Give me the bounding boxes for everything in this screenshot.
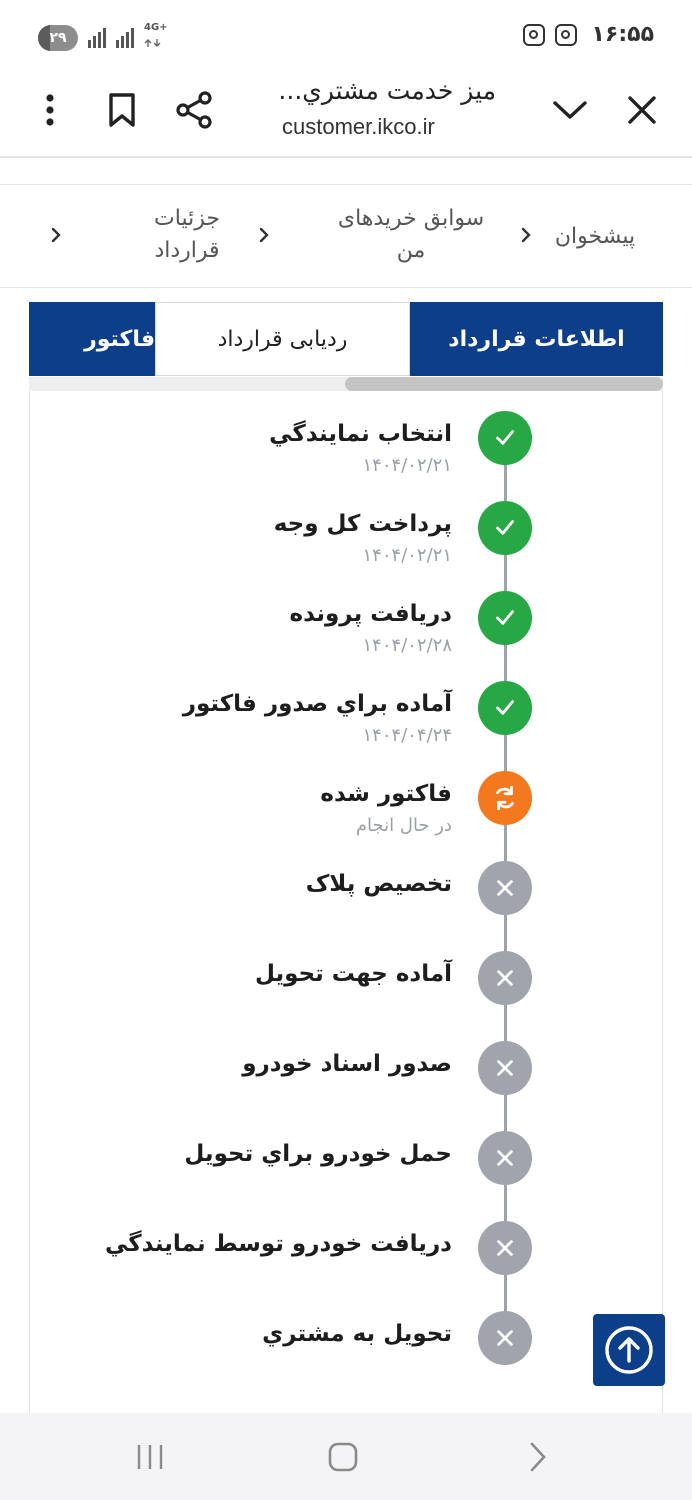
breadcrumb-label: من	[396, 238, 426, 263]
breadcrumb: پیشخوان سوابق خریدهای من جزئیات قرارداد	[0, 184, 692, 288]
battery-icon: ۲۹	[38, 24, 78, 51]
page-title: ميز خدمت مشتري...	[278, 76, 496, 105]
check-icon	[478, 591, 532, 645]
x-icon	[478, 1041, 532, 1095]
breadcrumb-item-purchase-history[interactable]: سوابق خریدهای من	[326, 203, 496, 267]
timeline-step: حمل خودرو براي تحويل	[30, 1111, 664, 1201]
check-icon	[478, 501, 532, 555]
back-icon[interactable]	[518, 1437, 558, 1477]
instagram-icon	[523, 23, 546, 46]
breadcrumb-label: قرارداد	[154, 238, 220, 263]
step-title: دريافت پرونده	[289, 601, 452, 627]
check-icon	[478, 681, 532, 735]
tabs-scrollbar[interactable]	[29, 377, 663, 391]
step-title: پرداخت کل وجه	[273, 511, 452, 537]
scroll-to-top-button[interactable]	[593, 1314, 665, 1386]
status-bar-left: ۲۹ 4G+	[38, 23, 168, 52]
step-title: آماده جهت تحويل	[254, 961, 452, 987]
step-title: صدور اسناد خودرو	[242, 1051, 452, 1077]
step-title: فاكتور شده	[320, 781, 452, 807]
breadcrumb-label: سوابق خریدهای	[337, 206, 485, 231]
recents-icon[interactable]	[130, 1437, 170, 1477]
clock: ۱۶:۵۵	[591, 22, 654, 47]
more-vertical-icon[interactable]	[22, 82, 78, 138]
tracking-panel: انتخاب نمايندگي ۱۴۰۴/۰۲/۲۱ پرداخت کل وجه ۱۴…	[29, 391, 663, 1421]
x-icon	[478, 1311, 532, 1365]
step-date: ۱۴۰۴/۰۲/۲۸	[362, 635, 452, 656]
timeline-step: دريافت خودرو توسط نمايندگي	[30, 1201, 664, 1291]
network-type: 4G+	[144, 23, 168, 52]
arrow-up-circle-icon	[605, 1326, 653, 1374]
data-arrows-icon	[144, 39, 161, 47]
system-nav-bar	[0, 1413, 692, 1500]
timeline-step: تخصيص پلاک	[30, 841, 664, 931]
step-title: حمل خودرو براي تحويل	[184, 1141, 452, 1167]
signal-icon	[116, 27, 134, 48]
step-title: دريافت خودرو توسط نمايندگي	[104, 1231, 452, 1257]
chevron-left-icon	[516, 221, 536, 249]
timeline-step: تحويل به مشتري	[30, 1291, 664, 1381]
timeline-step: دريافت پرونده ۱۴۰۴/۰۲/۲۸	[30, 571, 664, 661]
tab-contract-info[interactable]: اطلاعات قرارداد	[410, 302, 663, 376]
breadcrumb-label: پیشخوان	[554, 224, 636, 249]
refresh-icon	[478, 771, 532, 825]
timeline-step: آماده براي صدور فاكتور ۱۴۰۴/۰۴/۲۴	[30, 661, 664, 751]
step-status: در حال انجام	[355, 815, 452, 836]
page-url[interactable]: customer.ikco.ir	[282, 114, 435, 140]
timeline-step: انتخاب نمايندگي ۱۴۰۴/۰۲/۲۱	[30, 391, 664, 481]
step-title: آماده براي صدور فاكتور	[182, 691, 452, 717]
breadcrumb-label: جزئیات	[154, 206, 220, 231]
x-icon	[478, 1131, 532, 1185]
timeline-step: پرداخت کل وجه ۱۴۰۴/۰۲/۲۱	[30, 481, 664, 571]
tab-contract-tracking[interactable]: ردیابی قرارداد	[155, 302, 410, 376]
timeline-step: صدور اسناد خودرو	[30, 1021, 664, 1111]
status-bar: ۲۹ 4G+ ۱۶:۵۵	[0, 0, 692, 70]
step-date: ۱۴۰۴/۰۲/۲۱	[362, 545, 452, 566]
tab-bar: اطلاعات قرارداد ردیابی قرارداد فاکتور	[29, 302, 663, 378]
step-title: تحويل به مشتري	[262, 1321, 452, 1347]
home-icon[interactable]	[323, 1437, 363, 1477]
x-icon	[478, 1221, 532, 1275]
timeline-step: فاكتور شده در حال انجام	[30, 751, 664, 841]
close-icon[interactable]	[614, 82, 670, 138]
share-icon[interactable]	[166, 82, 222, 138]
check-icon	[478, 411, 532, 465]
breadcrumb-item-contract-details[interactable]: جزئیات قرارداد	[142, 203, 232, 267]
x-icon	[478, 951, 532, 1005]
x-icon	[478, 861, 532, 915]
bookmark-icon[interactable]	[94, 82, 150, 138]
instagram-icon	[555, 23, 578, 46]
breadcrumb-item-dashboard[interactable]: پیشخوان	[540, 221, 650, 253]
chevron-left-icon	[254, 221, 274, 249]
browser-toolbar: ميز خدمت مشتري... customer.ikco.ir	[0, 70, 692, 158]
chevron-down-icon[interactable]	[542, 82, 598, 138]
tab-invoice[interactable]: فاکتور	[29, 302, 155, 376]
step-date: ۱۴۰۴/۰۲/۲۱	[362, 455, 452, 476]
battery-percent: ۲۹	[49, 29, 67, 46]
step-title: انتخاب نمايندگي	[269, 421, 452, 447]
step-date: ۱۴۰۴/۰۴/۲۴	[362, 725, 452, 746]
tabs-scrollbar-thumb[interactable]	[345, 377, 663, 391]
timeline-step: آماده جهت تحويل	[30, 931, 664, 1021]
chevron-left-icon	[46, 221, 66, 249]
signal-icon	[88, 27, 106, 48]
step-title: تخصيص پلاک	[305, 871, 452, 897]
status-bar-right: ۱۶:۵۵	[523, 22, 654, 47]
